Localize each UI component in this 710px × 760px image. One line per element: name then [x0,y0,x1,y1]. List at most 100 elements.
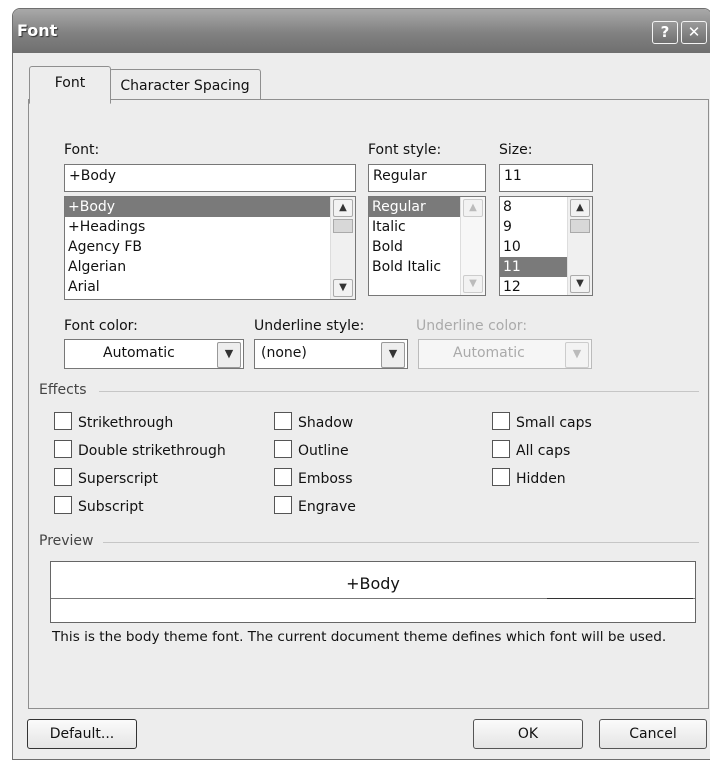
double-strikethrough-checkbox[interactable]: Double strikethrough [54,440,226,460]
emboss-checkbox[interactable]: Emboss [274,468,353,488]
font-style-list-item[interactable]: Bold Italic [369,257,460,277]
superscript-label: Superscript [78,471,159,487]
effects-divider [99,391,699,392]
hidden-checkbox[interactable]: Hidden [492,468,566,488]
scroll-down-icon[interactable]: ▼ [463,275,483,293]
font-list-item[interactable]: +Headings [65,217,330,237]
tab-font-label: Font [54,75,86,91]
engrave-checkbox[interactable]: Engrave [274,496,356,516]
scroll-up-icon[interactable]: ▲ [463,199,483,217]
font-color-value: Automatic [103,345,175,361]
size-label: Size: [499,142,533,158]
outline-checkbox[interactable]: Outline [274,440,349,460]
engrave-label: Engrave [298,499,356,515]
font-style-label: Font style: [368,142,442,158]
font-input[interactable]: +Body [64,164,356,192]
subscript-checkbox[interactable]: Subscript [54,496,144,516]
font-color-select[interactable]: Automatic ▼ [64,339,244,369]
scroll-thumb[interactable] [570,219,590,233]
subscript-label: Subscript [78,499,144,515]
font-list-item[interactable]: +Body [65,197,330,217]
checkbox-icon[interactable] [54,412,72,430]
scroll-up-icon[interactable]: ▲ [570,199,590,217]
help-button[interactable]: ? [652,21,678,44]
checkbox-icon[interactable] [54,468,72,486]
font-list-item[interactable]: Arial [65,277,330,297]
font-style-list-item[interactable]: Regular [369,197,460,217]
checkbox-icon[interactable] [492,440,510,458]
effects-heading: Effects [39,382,87,398]
all-caps-label: All caps [516,443,571,459]
font-list[interactable]: +Body +Headings Agency FB Algerian Arial ▲ ▼ [64,196,356,300]
scroll-thumb[interactable] [333,219,353,233]
strikethrough-label: Strikethrough [78,415,174,431]
preview-box: +Body [50,561,696,623]
font-style-list[interactable]: Regular Italic Bold Bold Italic ▲ ▼ [368,196,486,296]
font-list-item[interactable]: Agency FB [65,237,330,257]
size-list-item[interactable]: 10 [500,237,567,257]
font-list-scrollbar[interactable]: ▲ ▼ [330,197,355,299]
size-list-item[interactable]: 11 [500,257,567,277]
tab-font[interactable]: Font [29,66,111,104]
underline-style-value: (none) [261,345,307,361]
checkbox-icon[interactable] [274,496,292,514]
baseline-right [547,598,693,599]
window-title: Font [17,21,58,40]
checkbox-icon[interactable] [274,468,292,486]
preview-divider [103,542,699,543]
preview-sample-text: +Body [346,574,400,593]
scroll-down-icon[interactable]: ▼ [570,275,590,293]
checkbox-icon[interactable] [54,496,72,514]
help-icon: ? [660,23,670,41]
underline-style-select[interactable]: (none) ▼ [254,339,408,369]
shadow-checkbox[interactable]: Shadow [274,412,353,432]
font-style-list-item[interactable]: Italic [369,217,460,237]
small-caps-label: Small caps [516,415,592,431]
underline-color-label: Underline color: [416,318,528,334]
checkbox-icon[interactable] [54,440,72,458]
font-style-list-item[interactable]: Bold [369,237,460,257]
underline-color-value: Automatic [453,345,525,361]
all-caps-checkbox[interactable]: All caps [492,440,570,460]
close-icon: ✕ [687,23,701,41]
checkbox-icon[interactable] [274,440,292,458]
font-label: Font: [64,142,100,158]
scroll-up-icon[interactable]: ▲ [333,199,353,217]
checkbox-icon[interactable] [274,412,292,430]
ok-button[interactable]: OK [473,719,583,749]
font-style-scrollbar[interactable]: ▲ ▼ [460,197,485,295]
emboss-label: Emboss [298,471,353,487]
outline-label: Outline [298,443,349,459]
double-strikethrough-label: Double strikethrough [78,443,226,459]
tab-character-spacing-label: Character Spacing [120,78,250,94]
small-caps-checkbox[interactable]: Small caps [492,412,592,432]
close-button[interactable]: ✕ [681,21,707,44]
chevron-down-icon[interactable]: ▼ [381,342,405,368]
preview-heading: Preview [39,533,94,549]
size-list[interactable]: 8 9 10 11 12 ▲ ▼ [499,196,593,296]
scroll-down-icon[interactable]: ▼ [333,279,353,297]
checkbox-icon[interactable] [492,412,510,430]
shadow-label: Shadow [298,415,354,431]
cancel-button[interactable]: Cancel [599,719,707,749]
size-list-scrollbar[interactable]: ▲ ▼ [567,197,592,295]
size-list-item[interactable]: 9 [500,217,567,237]
checkbox-icon[interactable] [492,468,510,486]
font-style-input[interactable]: Regular [368,164,486,192]
default-button[interactable]: Default... [27,719,137,749]
preview-description: This is the body theme font. The current… [52,629,667,645]
size-list-item[interactable]: 12 [500,277,567,297]
chevron-down-icon: ▼ [565,342,589,368]
size-list-item[interactable]: 8 [500,197,567,217]
chevron-down-icon[interactable]: ▼ [217,342,241,368]
underline-style-label: Underline style: [254,318,365,334]
underline-color-select: Automatic ▼ [418,339,592,369]
font-dialog: Font ? ✕ Font Character Spacing Font: +B… [12,8,710,760]
hidden-label: Hidden [516,471,566,487]
superscript-checkbox[interactable]: Superscript [54,468,158,488]
font-color-label: Font color: [64,318,138,334]
strikethrough-checkbox[interactable]: Strikethrough [54,412,173,432]
font-list-item[interactable]: Algerian [65,257,330,277]
size-input[interactable]: 11 [499,164,593,192]
title-bar[interactable]: Font ? ✕ [13,9,710,53]
